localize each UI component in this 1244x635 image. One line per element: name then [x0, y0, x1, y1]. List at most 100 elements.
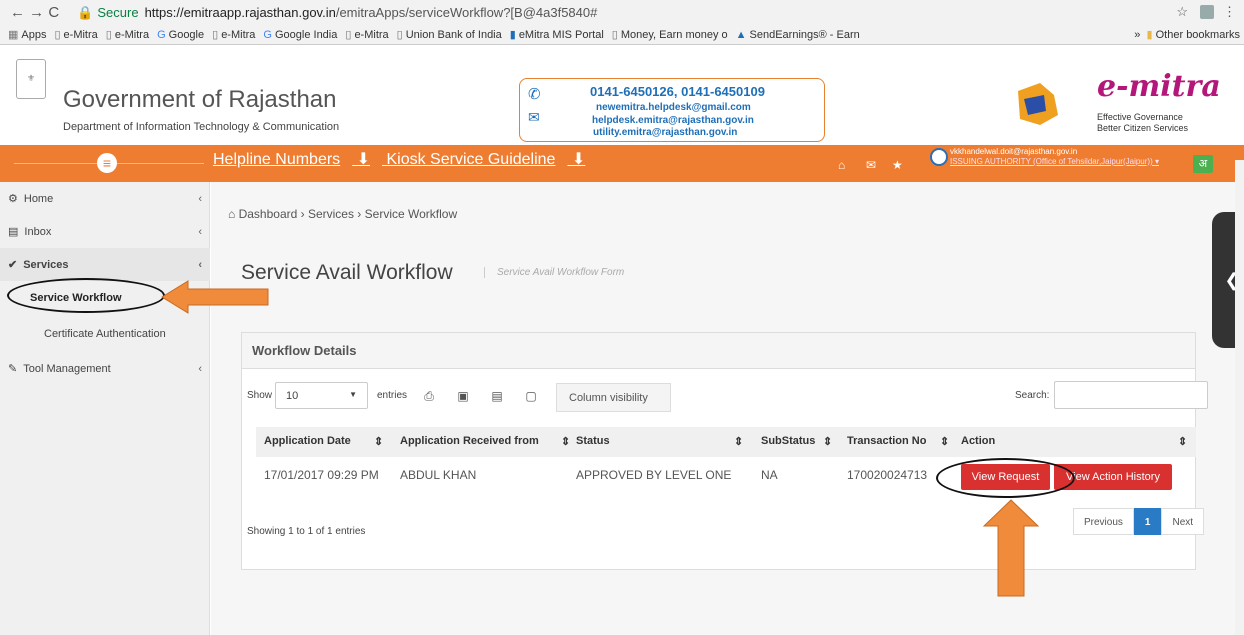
pdf-icon[interactable]: ▢	[518, 383, 544, 409]
sidebar-item-label: Tool Management	[23, 362, 111, 375]
sidebar-item-certificate-authentication[interactable]: Certificate Authentication	[0, 318, 210, 349]
column-header[interactable]: Application Received from	[400, 435, 539, 447]
bookmark-item[interactable]: ▯ Money, Earn money o	[612, 28, 728, 42]
back-forward-reload-icons[interactable]: ← → C	[10, 4, 59, 21]
top-nav-bar: ≡ Helpline Numbers ⬇ Kiosk Service Guide…	[0, 145, 1244, 182]
chevron-left-icon: ‹	[198, 192, 202, 205]
url-field[interactable]: https://emitraapp.rajasthan.gov.in/emitr…	[145, 5, 598, 20]
search-input[interactable]	[1054, 381, 1208, 409]
bookmark-apps[interactable]: ▦ Apps	[8, 28, 46, 42]
bookmark-item[interactable]: ▯ e-Mitra	[345, 28, 388, 42]
previous-button[interactable]: Previous	[1073, 508, 1134, 535]
bookmark-item[interactable]: ▯ Union Bank of India	[397, 28, 502, 42]
column-header[interactable]: Action	[961, 435, 995, 447]
table-header: Application Date ⇕ Application Received …	[256, 427, 1196, 457]
contact-box: ✆ ✉ 0141-6450126, 0141-6450109 newemitra…	[519, 78, 825, 142]
panel-title: Workflow Details	[242, 333, 1195, 369]
helpline-numbers-link[interactable]: Helpline Numbers ⬇	[213, 151, 370, 168]
kiosk-guideline-link[interactable]: Kiosk Service Guideline ⬇	[386, 151, 585, 168]
entries-label: entries	[377, 390, 408, 401]
home-icon[interactable]: ⌂	[838, 158, 845, 172]
column-visibility-button[interactable]: Column visibility	[556, 383, 671, 412]
bookmark-item[interactable]: ▮ eMitra MIS Portal	[510, 28, 604, 42]
government-title: Government of Rajasthan	[63, 86, 337, 113]
wrench-icon: ✎	[8, 363, 18, 375]
bookmark-item[interactable]: ▲ SendEarnings® - Earn	[736, 29, 860, 41]
sidebar-item-label: Services	[23, 258, 69, 271]
hamburger-menu-icon[interactable]: ≡	[97, 153, 117, 173]
excel-icon[interactable]: ▣	[450, 383, 476, 409]
emitra-logo-text: e-mitra	[1097, 69, 1221, 104]
secure-label: Secure	[97, 5, 139, 20]
entries-select[interactable]: 10 ▼	[275, 382, 368, 409]
page: { "browser": { "secure_label": "Secure",…	[0, 0, 1244, 635]
main-content: ⌂ Dashboard › Services › Service Workflo…	[211, 182, 1244, 635]
star-icon[interactable]: ☆	[1176, 4, 1188, 20]
check-circle-icon: ✔	[8, 259, 18, 271]
sort-icon[interactable]: ⇕	[1178, 435, 1187, 448]
annotation-arrow-up	[982, 499, 1040, 597]
avatar	[930, 148, 948, 166]
email-2: helpdesk.emitra@rajasthan.gov.in	[592, 115, 754, 126]
star-icon[interactable]: ★	[892, 158, 903, 172]
page-1-button[interactable]: 1	[1133, 508, 1162, 535]
column-header[interactable]: SubStatus	[761, 435, 815, 447]
workflow-panel: Workflow Details Show 10 ▼ entries ⎙ ▣ ▤ …	[241, 332, 1208, 570]
search-label: Search:	[1015, 390, 1050, 401]
bookmark-item[interactable]: ▯ e-Mitra	[212, 28, 255, 42]
entries-value: 10	[286, 390, 299, 402]
chevron-left-icon: ‹	[198, 225, 202, 238]
column-header[interactable]: Status	[576, 435, 610, 447]
cell-status: APPROVED BY LEVEL ONE	[576, 468, 732, 482]
bookmark-item[interactable]: ▯ e-Mitra	[54, 28, 97, 42]
csv-icon[interactable]: ▤	[484, 383, 510, 409]
extension-icon[interactable]	[1200, 5, 1214, 19]
breadcrumb: ⌂ Dashboard › Services › Service Workflo…	[228, 207, 457, 221]
sidebar-item-tool-management[interactable]: ✎ Tool Management ‹	[0, 352, 210, 385]
bookmark-item[interactable]: ▯ e-Mitra	[106, 28, 149, 42]
sort-icon[interactable]: ⇕	[561, 435, 570, 448]
annotation-ellipse	[7, 278, 165, 313]
user-role[interactable]: ISSUING AUTHORITY (Office of Tehsildar,J…	[950, 157, 1159, 167]
cell-date: 17/01/2017 09:29 PM	[264, 468, 379, 482]
sort-icon[interactable]: ⇕	[940, 435, 949, 448]
next-button[interactable]: Next	[1161, 508, 1205, 535]
bookmark-item[interactable]: G Google India	[263, 29, 337, 41]
state-emblem-icon: ⚜	[16, 59, 46, 99]
page-subtitle: Service Avail Workflow Form	[484, 267, 624, 278]
cell-from: ABDUL KHAN	[400, 468, 477, 482]
sort-icon[interactable]: ⇕	[823, 435, 832, 448]
sidebar-item-home[interactable]: ⚙ Home ‹	[0, 182, 210, 215]
cell-substatus: NA	[761, 468, 778, 482]
sidebar-item-services[interactable]: ✔ Services ‹	[0, 248, 210, 281]
other-bookmarks[interactable]: » ▮ Other bookmarks	[1134, 28, 1240, 41]
dashboard-icon: ⚙	[8, 193, 18, 205]
mail-icon[interactable]: ✉	[866, 158, 876, 172]
sidebar-item-inbox[interactable]: ▤ Inbox ‹	[0, 215, 210, 248]
print-icon[interactable]: ⎙	[416, 383, 442, 409]
inbox-icon: ▤	[8, 226, 19, 238]
user-email: vkkhandelwal.doit@rajasthan.gov.in	[950, 147, 1078, 156]
tagline-line-1: Effective Governance	[1097, 112, 1183, 122]
show-label: Show	[247, 390, 273, 401]
home-icon: ⌂	[228, 207, 239, 221]
sort-icon[interactable]: ⇕	[734, 435, 743, 448]
column-header[interactable]: Transaction No	[847, 435, 926, 447]
sidebar: ⚙ Home ‹ ▤ Inbox ‹ ✔ Services ‹ Service Workfl…	[0, 182, 210, 635]
annotation-ellipse	[936, 458, 1075, 498]
annotation-arrow-left	[161, 280, 269, 314]
breadcrumb-text: Dashboard › Services › Service Workflow	[238, 207, 458, 221]
email-3: utility.emitra@rajasthan.gov.in	[593, 127, 738, 138]
site-header: ⚜ Government of Rajasthan Department of …	[0, 45, 1244, 145]
email-1: newemitra.helpdesk@gmail.com	[596, 102, 751, 113]
lock-icon: 🔒	[77, 4, 94, 20]
caret-down-icon: ▼	[349, 390, 357, 399]
language-toggle[interactable]: अ	[1193, 155, 1213, 173]
sort-icon[interactable]: ⇕	[374, 435, 383, 448]
bookmark-item[interactable]: G Google	[157, 29, 204, 41]
column-header[interactable]: Application Date	[264, 435, 351, 447]
menu-icon[interactable]: ⋮	[1223, 4, 1236, 20]
sidebar-item-label: Inbox	[24, 225, 52, 238]
phone-icon: ✆	[528, 86, 541, 103]
scrollbar[interactable]	[1235, 160, 1244, 635]
